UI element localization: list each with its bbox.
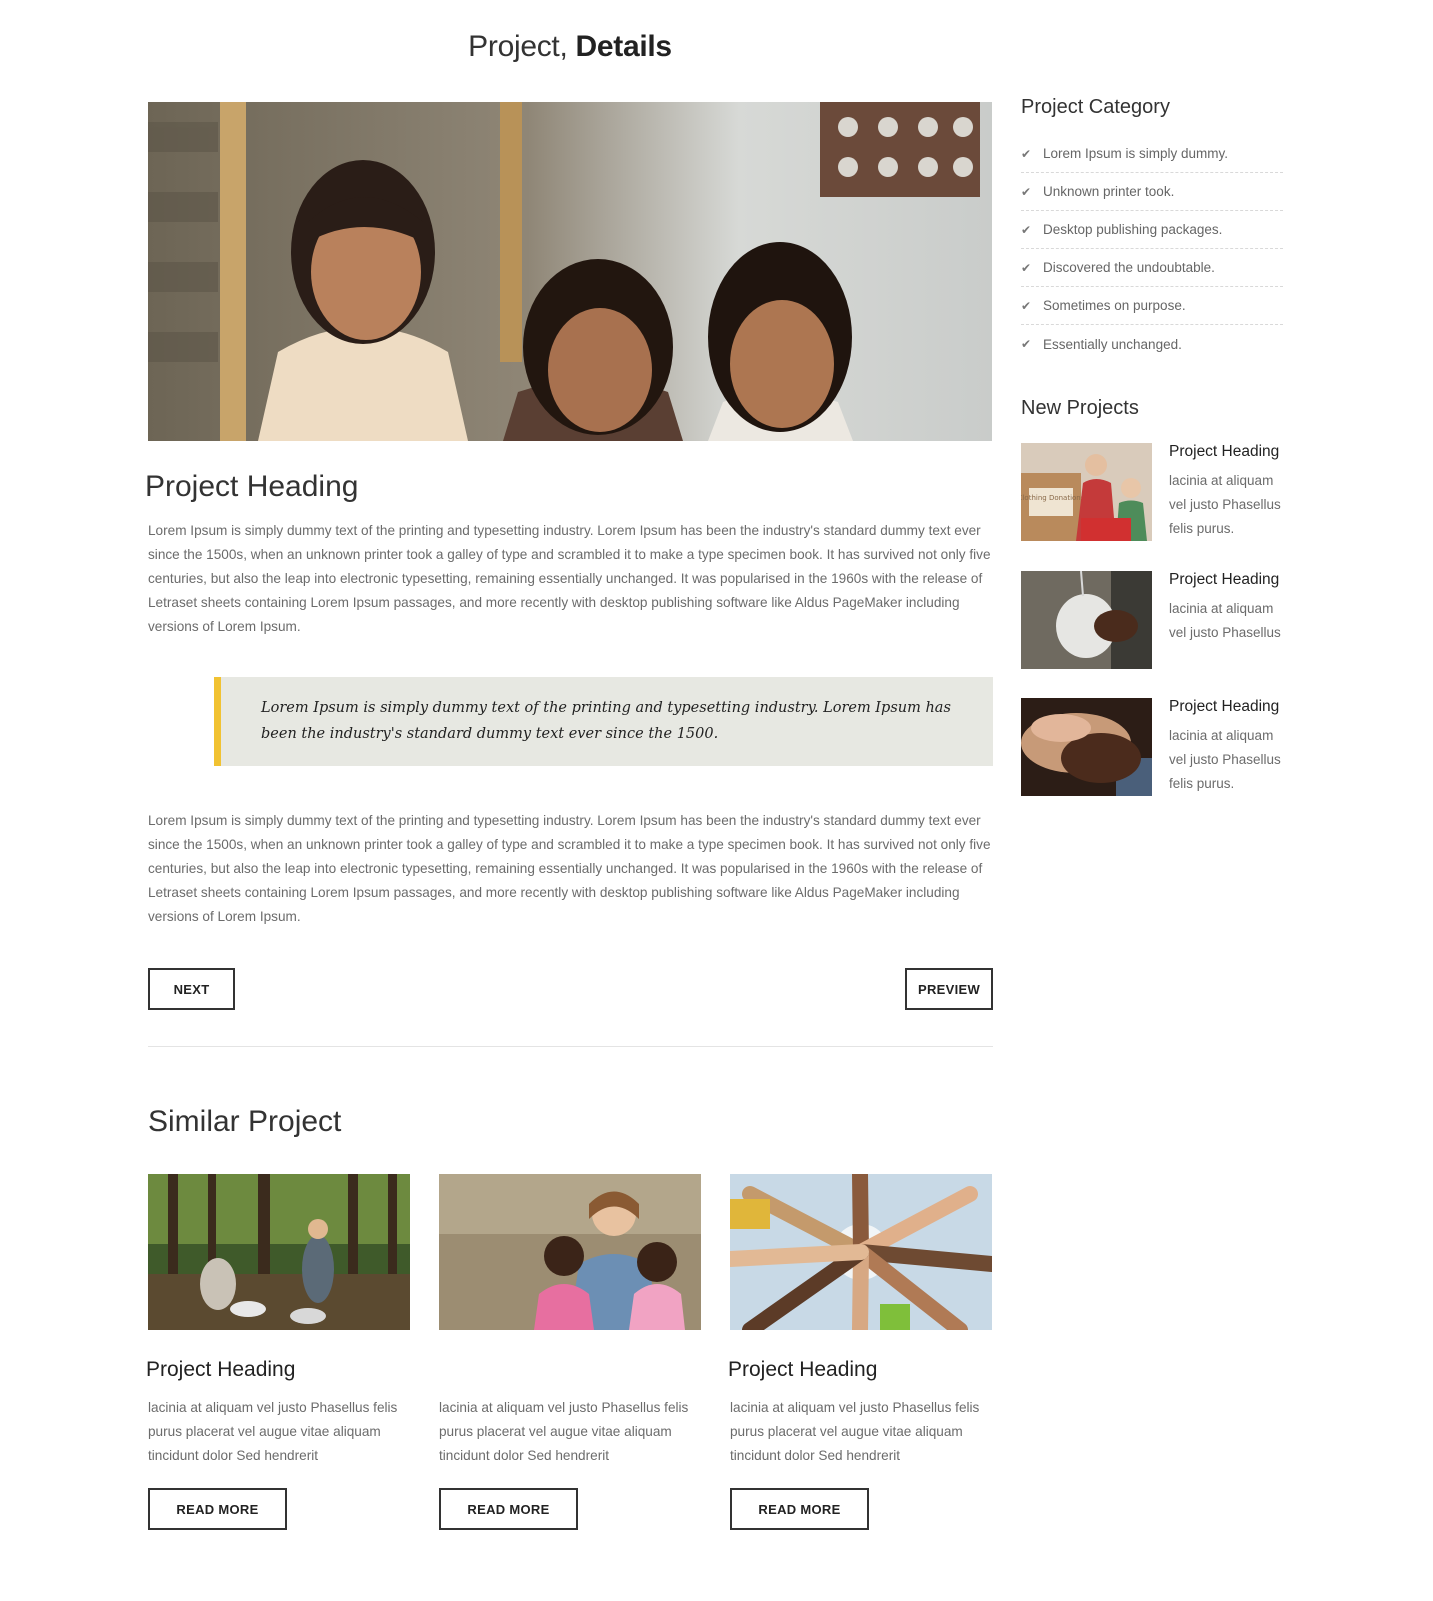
category-item[interactable]: ✔ Lorem Ipsum is simply dummy. — [1021, 135, 1283, 173]
check-icon: ✔ — [1021, 260, 1032, 275]
category-label: Lorem Ipsum is simply dummy. — [1043, 146, 1229, 161]
category-item[interactable]: ✔ Sometimes on purpose. — [1021, 287, 1283, 325]
category-item[interactable]: ✔ Essentially unchanged. — [1021, 325, 1283, 363]
similar-project-text: lacinia at aliquam vel justo Phasellus f… — [439, 1400, 689, 1463]
check-icon: ✔ — [1021, 222, 1032, 237]
category-label: Essentially unchanged. — [1043, 336, 1182, 352]
similar-project-card: Project Heading lacinia at aliquam vel j… — [146, 1174, 410, 1530]
category-label: Desktop publishing packages. — [1043, 222, 1223, 237]
thumb-label: Clothing Donations — [1021, 494, 1085, 502]
preview-button[interactable]: PREVIEW — [905, 968, 993, 1010]
new-project-heading[interactable]: Project Heading — [1169, 698, 1279, 716]
project-category-list: ✔ Lorem Ipsum is simply dummy. ✔ Unknown p… — [1021, 135, 1283, 363]
read-more-button[interactable]: READ MORE — [730, 1488, 869, 1530]
project-main-image — [148, 102, 992, 441]
next-button[interactable]: NEXT — [148, 968, 235, 1010]
similar-project-heading: Project Heading — [146, 1358, 296, 1381]
category-item[interactable]: ✔ Desktop publishing packages. — [1021, 211, 1283, 249]
new-project-item: Project Heading lacinia at aliquam vel j… — [1021, 571, 1291, 669]
new-project-text: lacinia at aliquam vel justo Phasellus f… — [1169, 728, 1281, 791]
new-project-item: Project Heading lacinia at aliquam vel j… — [1021, 698, 1291, 796]
project-description: Lorem Ipsum is simply dummy text of the … — [148, 523, 991, 634]
new-project-item: Clothing Donations Project Heading lacin… — [1021, 443, 1291, 541]
check-icon: ✔ — [1021, 146, 1032, 161]
similar-project-heading: Project Heading — [728, 1358, 878, 1381]
new-project-text: lacinia at aliquam vel justo Phasellus — [1169, 601, 1281, 640]
new-projects-title: New Projects — [1021, 397, 1139, 419]
new-project-thumb[interactable]: Clothing Donations — [1021, 443, 1152, 541]
similar-project-image[interactable] — [148, 1174, 410, 1330]
check-icon: ✔ — [1021, 298, 1032, 313]
new-project-thumb[interactable] — [1021, 571, 1152, 669]
check-icon: ✔ — [1021, 337, 1032, 351]
project-quote: Lorem Ipsum is simply dummy text of the … — [214, 677, 993, 766]
category-label: Discovered the undoubtable. — [1043, 260, 1215, 275]
similar-project-image[interactable] — [730, 1174, 992, 1330]
page-title-bold: Details — [575, 30, 673, 63]
category-label: Sometimes on purpose. — [1043, 298, 1186, 313]
read-more-button[interactable]: READ MORE — [439, 1488, 578, 1530]
category-item[interactable]: ✔ Unknown printer took. — [1021, 173, 1283, 211]
page-title: Project, Details — [0, 30, 1140, 64]
similar-project-text: lacinia at aliquam vel justo Phasellus f… — [148, 1400, 398, 1463]
similar-project-title: Similar Project — [148, 1105, 342, 1138]
project-description-2: Lorem Ipsum is simply dummy text of the … — [148, 813, 991, 924]
read-more-button[interactable]: READ MORE — [148, 1488, 287, 1530]
new-project-heading[interactable]: Project Heading — [1169, 571, 1279, 589]
project-heading: Project Heading — [145, 470, 359, 503]
category-label: Unknown printer took. — [1043, 184, 1175, 199]
new-project-heading[interactable]: Project Heading — [1169, 443, 1279, 461]
similar-project-card: Project Heading lacinia at aliquam vel j… — [728, 1174, 992, 1530]
page-title-light: Project, — [468, 30, 568, 63]
similar-project-text: lacinia at aliquam vel justo Phasellus f… — [730, 1400, 980, 1463]
check-icon: ✔ — [1021, 184, 1032, 199]
similar-project-card: lacinia at aliquam vel justo Phasellus f… — [439, 1174, 701, 1530]
new-project-thumb[interactable] — [1021, 698, 1152, 796]
section-divider — [148, 1046, 993, 1047]
project-category-title: Project Category — [1021, 96, 1170, 118]
category-item[interactable]: ✔ Discovered the undoubtable. — [1021, 249, 1283, 287]
similar-project-image[interactable] — [439, 1174, 701, 1330]
new-project-text: lacinia at aliquam vel justo Phasellus f… — [1169, 473, 1281, 536]
